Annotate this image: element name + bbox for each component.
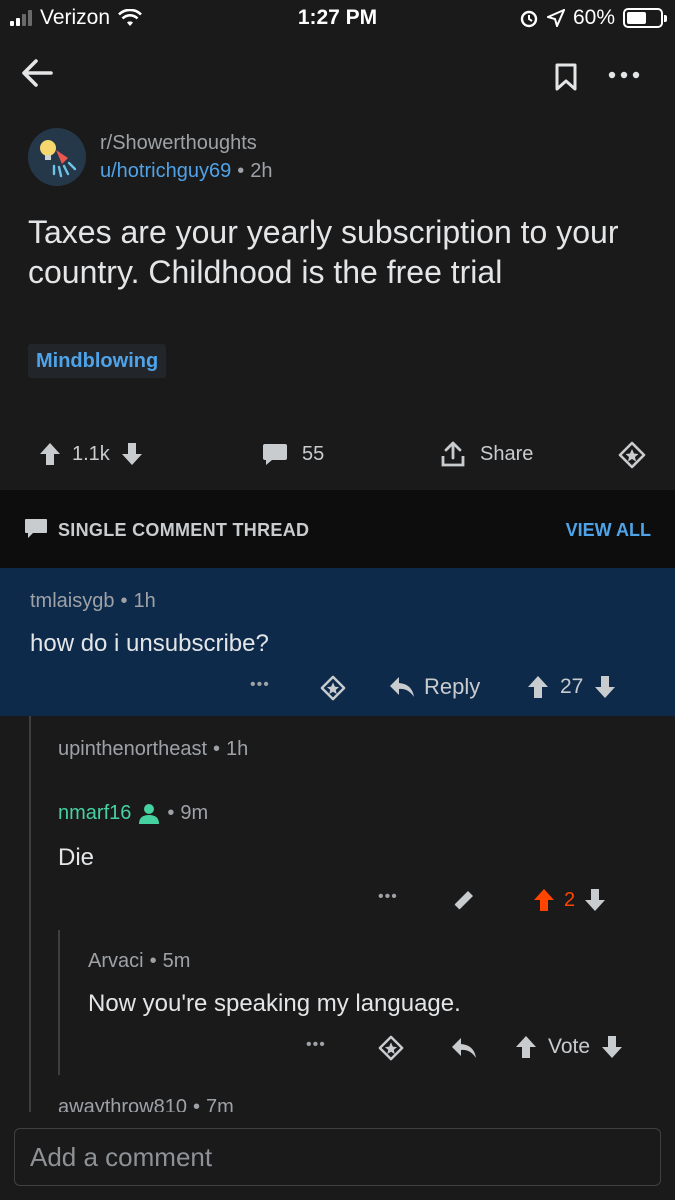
comment-body: how do i unsubscribe? — [30, 630, 269, 657]
share-label: Share — [480, 442, 534, 465]
reply-icon[interactable] — [450, 1036, 478, 1060]
collapsed-comment[interactable]: upinthenortheast • 1h — [58, 738, 248, 761]
thread-line[interactable] — [29, 716, 31, 1112]
comment-more-button[interactable]: ••• — [378, 888, 398, 906]
comment-author[interactable]: Arvaci — [88, 950, 144, 973]
status-right: 60% — [519, 6, 667, 30]
comments-button[interactable]: 55 — [262, 434, 324, 474]
add-comment-input[interactable]: Add a comment — [14, 1128, 661, 1186]
comment-author[interactable]: tmlaisygb — [30, 590, 114, 613]
upvote-icon[interactable] — [38, 441, 62, 467]
award-icon[interactable] — [378, 1035, 404, 1061]
more-options-icon[interactable] — [608, 70, 640, 80]
comment-age: 1h — [133, 590, 156, 612]
post-meta: u/hotrichguy69 • 2h — [100, 160, 272, 183]
post-age: 2h — [250, 160, 273, 182]
downvote-icon[interactable] — [120, 441, 144, 467]
subreddit-avatar[interactable] — [28, 128, 86, 186]
vote-group: 1.1k — [38, 434, 144, 474]
comment-more-button[interactable]: ••• — [306, 1036, 326, 1054]
downvote-icon[interactable] — [600, 1034, 624, 1060]
alarm-icon — [520, 10, 538, 28]
comment-age: 9m — [180, 802, 209, 824]
post-score: 1.1k — [72, 442, 110, 465]
upvote-icon[interactable] — [514, 1034, 538, 1060]
post-flair[interactable]: Mindblowing — [28, 344, 167, 378]
bookmark-icon[interactable] — [554, 62, 578, 92]
comment-meta: nmarf16 • 9m — [58, 802, 209, 825]
edit-pencil-icon[interactable] — [450, 888, 476, 914]
vote-label: Vote — [548, 1035, 591, 1058]
upvote-icon[interactable] — [526, 674, 550, 700]
comment-vote-group: 27 — [526, 674, 617, 700]
comment-body: Die — [58, 844, 95, 871]
subreddit-name[interactable]: r/Showerthoughts — [100, 132, 257, 155]
status-bar: Verizon 1:27 PM 60% — [0, 0, 675, 36]
post-title: Taxes are your yearly subscription to yo… — [28, 214, 619, 290]
op-user-icon — [139, 803, 160, 824]
comment-count: 55 — [302, 442, 325, 465]
thread-line[interactable] — [58, 930, 60, 1075]
award-icon[interactable] — [320, 675, 346, 701]
comment-vote-group: Vote — [514, 1034, 624, 1060]
reply-button[interactable]: Reply — [388, 674, 480, 700]
comment-age: 5m — [162, 950, 191, 972]
post-author[interactable]: u/hotrichguy69 — [100, 160, 231, 183]
comment-meta: Arvaci • 5m — [88, 950, 191, 973]
reply-label: Reply — [424, 674, 481, 699]
back-arrow-icon[interactable] — [20, 56, 54, 90]
award-icon[interactable] — [618, 441, 646, 469]
downvote-icon[interactable] — [593, 674, 617, 700]
comment-score: 2 — [564, 888, 576, 911]
separator-dot: • — [237, 160, 245, 182]
comment-body: Now you're speaking my language. — [88, 990, 461, 1017]
comment-score: 27 — [560, 675, 584, 698]
comment-meta: tmlaisygb • 1h — [30, 590, 156, 613]
comment-more-button[interactable]: ••• — [250, 676, 270, 694]
battery-icon — [623, 8, 667, 28]
view-all-link[interactable]: VIEW ALL — [566, 520, 651, 541]
comment-icon — [25, 519, 47, 538]
thread-label: SINGLE COMMENT THREAD — [58, 520, 310, 540]
comment-vote-group: 2 — [532, 887, 607, 913]
comment-icon — [263, 444, 287, 465]
upvote-icon[interactable] — [532, 887, 556, 913]
comment-age: 1h — [226, 738, 249, 760]
comment-author[interactable]: upinthenortheast — [58, 738, 207, 761]
reply-icon — [390, 677, 414, 697]
location-icon — [546, 9, 565, 27]
share-button[interactable]: Share — [440, 434, 533, 474]
battery-percent: 60% — [572, 6, 615, 29]
share-icon — [441, 441, 465, 467]
comment-author[interactable]: nmarf16 — [58, 802, 131, 825]
downvote-icon[interactable] — [583, 887, 607, 913]
